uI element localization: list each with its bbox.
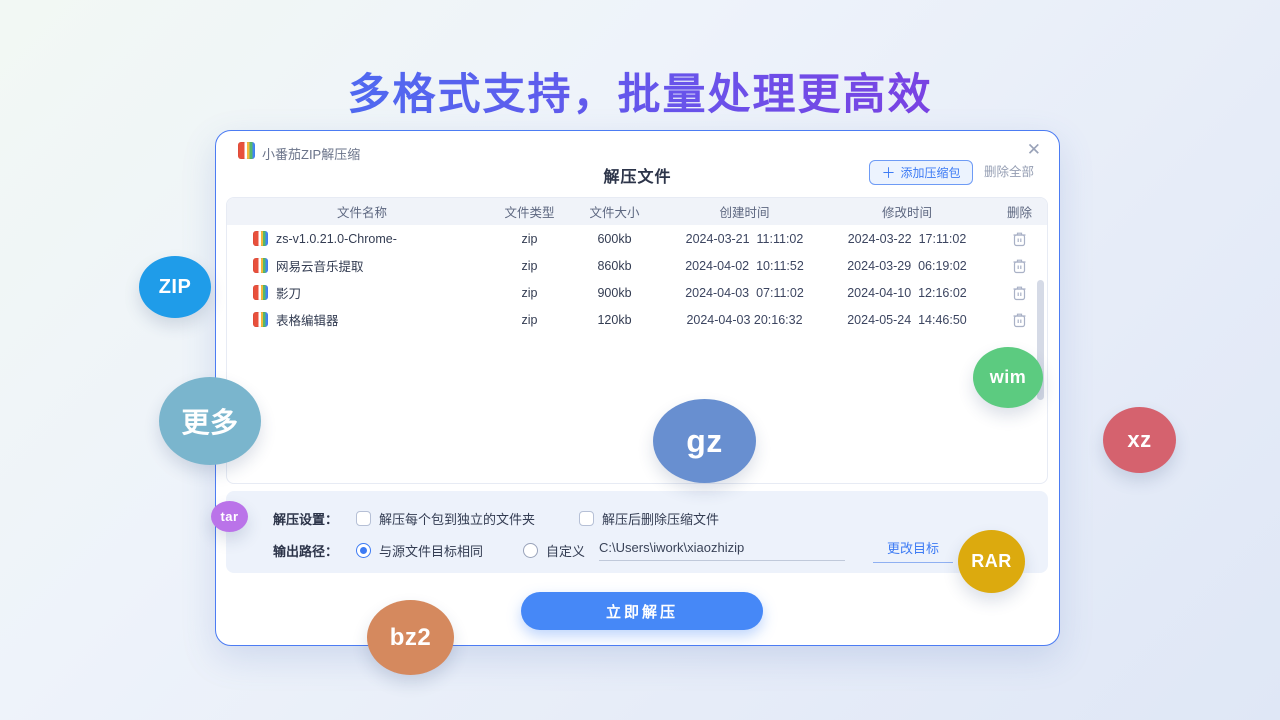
radio-custom-label[interactable]: 自定义 [546, 541, 585, 560]
file-size: 600kb [562, 232, 667, 246]
created-time: 2024-03-21 11:11:02 [667, 232, 822, 246]
format-bubble-more: 更多 [159, 377, 261, 465]
file-size: 860kb [562, 259, 667, 273]
format-bubble-rar: RAR [958, 530, 1025, 593]
format-bubble-gz: gz [653, 399, 756, 483]
format-bubble-xz: xz [1103, 407, 1176, 473]
file-size: 120kb [562, 313, 667, 327]
modified-time: 2024-03-29 06:19:02 [822, 259, 992, 273]
format-bubble-zip: ZIP [139, 256, 211, 318]
created-time: 2024-04-03 20:16:32 [667, 313, 822, 327]
file-type: zip [497, 232, 562, 246]
add-archive-label: 添加压缩包 [900, 164, 960, 181]
radio-custom[interactable] [523, 543, 538, 558]
file-size: 900kb [562, 286, 667, 300]
table-row[interactable]: 网易云音乐提取 zip 860kb 2024-04-02 10:11:52 20… [227, 252, 1047, 279]
archive-file-icon [253, 285, 268, 300]
trash-icon[interactable] [1012, 285, 1027, 301]
checkbox-delete-after[interactable] [579, 511, 594, 526]
archive-file-icon [253, 231, 268, 246]
col-file-type: 文件类型 [497, 202, 562, 221]
modified-time: 2024-05-24 14:46:50 [822, 313, 992, 327]
app-title: 小番茄ZIP解压缩 [262, 144, 360, 163]
change-target-link[interactable]: 更改目标 [873, 538, 953, 563]
file-type: zip [497, 313, 562, 327]
radio-same-as-source[interactable] [356, 543, 371, 558]
col-delete: 删除 [992, 202, 1047, 221]
file-name: 网易云音乐提取 [276, 256, 364, 275]
archive-file-icon [253, 312, 268, 327]
file-type: zip [497, 259, 562, 273]
format-bubble-wim: wim [973, 347, 1043, 408]
checkbox-delete-after-label[interactable]: 解压后删除压缩文件 [602, 509, 719, 528]
col-file-size: 文件大小 [562, 202, 667, 221]
file-list: 文件名称 文件类型 文件大小 创建时间 修改时间 删除 zs-v1.0.21.0… [226, 197, 1048, 484]
delete-all-button[interactable]: 删除全部 [984, 160, 1034, 185]
file-name: 影刀 [276, 283, 301, 302]
archive-file-icon [253, 258, 268, 273]
created-time: 2024-04-03 07:11:02 [667, 286, 822, 300]
file-name: zs-v1.0.21.0-Chrome- [276, 232, 397, 246]
modified-time: 2024-03-22 17:11:02 [822, 232, 992, 246]
created-time: 2024-04-02 10:11:52 [667, 259, 822, 273]
file-name: 表格编辑器 [276, 310, 339, 329]
trash-icon[interactable] [1012, 258, 1027, 274]
extract-now-button[interactable]: 立即解压 [521, 592, 763, 630]
table-header: 文件名称 文件类型 文件大小 创建时间 修改时间 删除 [227, 198, 1047, 225]
modified-time: 2024-04-10 12:16:02 [822, 286, 992, 300]
table-row[interactable]: zs-v1.0.21.0-Chrome- zip 600kb 2024-03-2… [227, 225, 1047, 252]
settings-panel: 解压设置： 解压每个包到独立的文件夹 解压后删除压缩文件 输出路径： 与源文件目… [226, 491, 1048, 573]
checkbox-separate-folder[interactable] [356, 511, 371, 526]
table-row[interactable]: 表格编辑器 zip 120kb 2024-04-03 20:16:32 2024… [227, 306, 1047, 333]
trash-icon[interactable] [1012, 312, 1027, 328]
trash-icon[interactable] [1012, 231, 1027, 247]
col-created: 创建时间 [667, 202, 822, 221]
extract-settings-row: 解压设置： 解压每个包到独立的文件夹 解压后删除压缩文件 [273, 505, 1048, 531]
output-path-label: 输出路径： [273, 541, 338, 560]
format-bubble-bz2: bz2 [367, 600, 454, 675]
output-path-field[interactable]: C:\Users\iwork\xiaozhizip [599, 540, 845, 561]
col-modified: 修改时间 [822, 202, 992, 221]
page-background: 多格式支持，批量处理更高效 小番茄ZIP解压缩 ✕ 解压文件 ＋ 添加压缩包 删… [0, 0, 1280, 720]
col-file-name: 文件名称 [227, 202, 497, 221]
extract-settings-label: 解压设置： [273, 509, 338, 528]
table-row[interactable]: 影刀 zip 900kb 2024-04-03 07:11:02 2024-04… [227, 279, 1047, 306]
page-title: 多格式支持，批量处理更高效 [0, 60, 1280, 122]
app-window: 小番茄ZIP解压缩 ✕ 解压文件 ＋ 添加压缩包 删除全部 文件名称 文件类型 … [215, 130, 1060, 646]
radio-same-as-source-label[interactable]: 与源文件目标相同 [379, 541, 483, 560]
add-archive-button[interactable]: ＋ 添加压缩包 [869, 160, 973, 185]
format-bubble-tar: tar [211, 501, 248, 532]
close-icon[interactable]: ✕ [1027, 140, 1041, 160]
output-path-row: 输出路径： 与源文件目标相同 自定义 C:\Users\iwork\xiaozh… [273, 537, 1048, 563]
file-type: zip [497, 286, 562, 300]
app-logo-icon [238, 142, 255, 159]
plus-icon: ＋ [881, 167, 895, 179]
checkbox-separate-folder-label[interactable]: 解压每个包到独立的文件夹 [379, 509, 535, 528]
